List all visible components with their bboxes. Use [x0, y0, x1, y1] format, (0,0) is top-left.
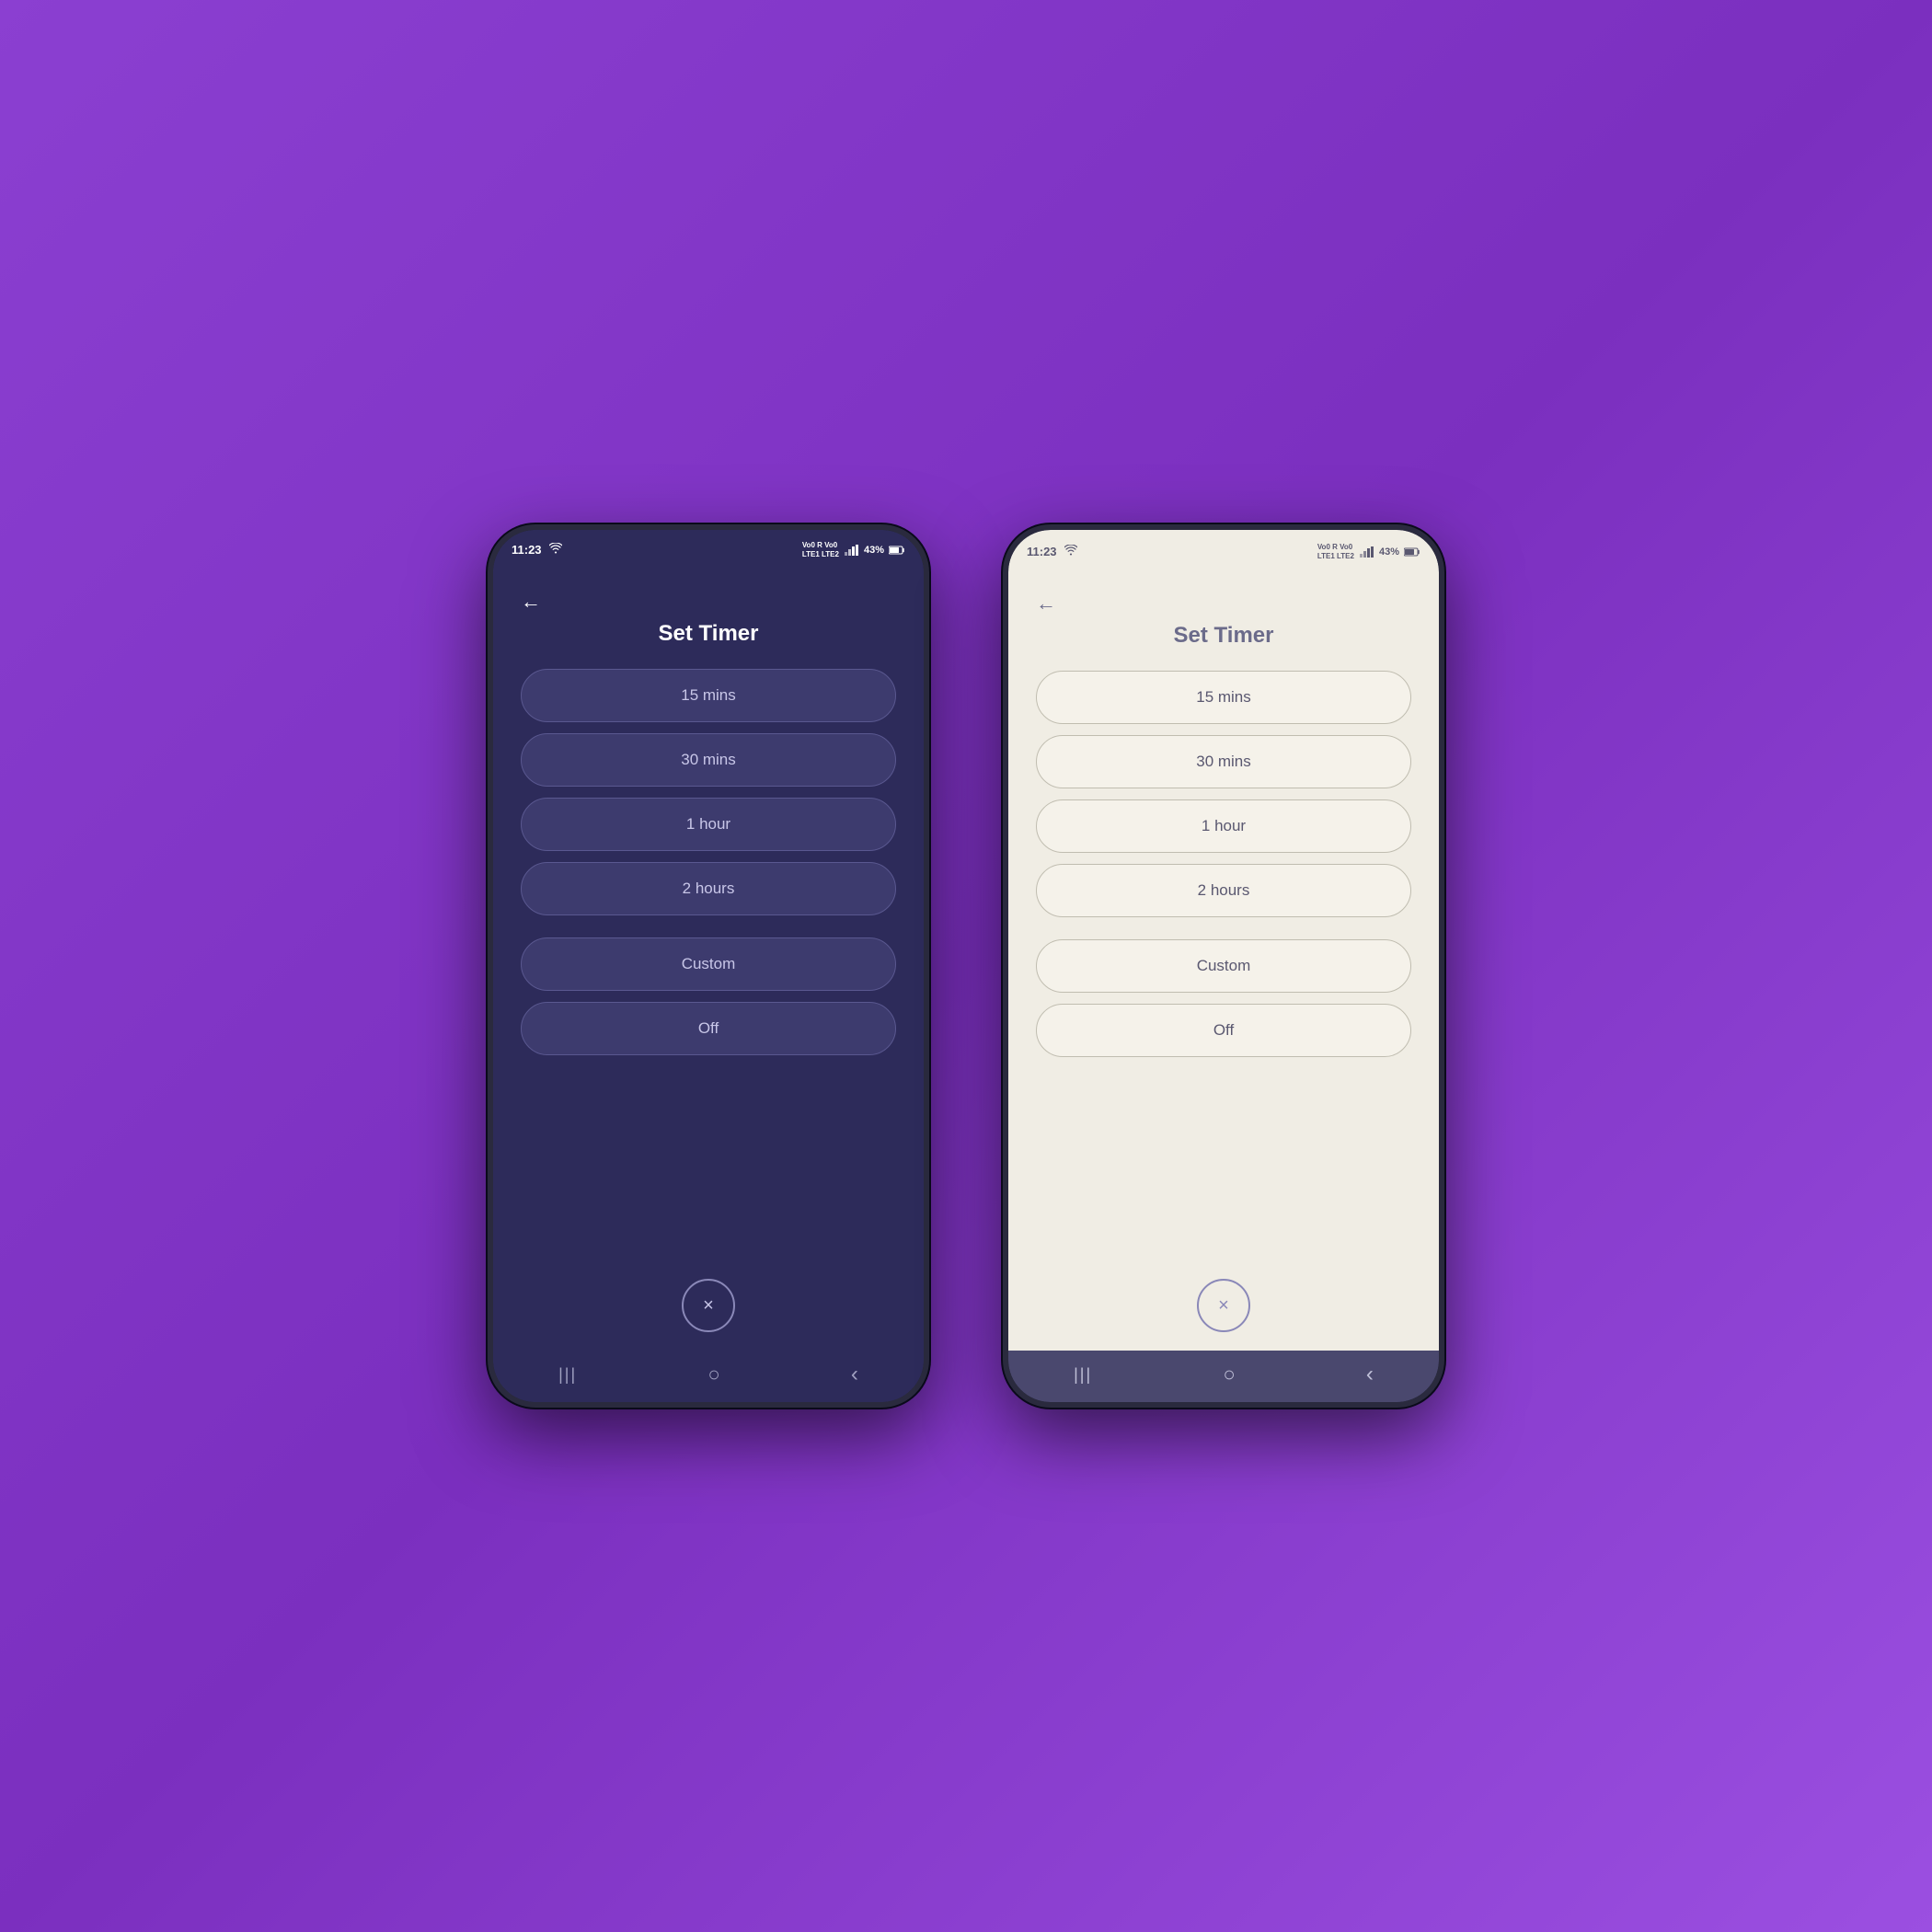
timer-1hour-light[interactable]: 1 hour: [1036, 799, 1411, 853]
volume-down-button-light: [1003, 780, 1006, 835]
close-button-light[interactable]: ×: [1197, 1279, 1250, 1332]
timer-off-dark[interactable]: Off: [521, 1002, 896, 1055]
phone-screen-light: 11:23 Vo0 R Vo0 LTE1 LTE2: [1008, 530, 1439, 1402]
back-button-light[interactable]: ←: [1036, 592, 1411, 615]
status-left: 11:23: [512, 543, 562, 557]
timer-2hours-dark[interactable]: 2 hours: [521, 862, 896, 915]
power-button-light: [1442, 696, 1444, 751]
volume-up-button: [488, 714, 490, 769]
nav-bar-dark: ||| ○ ‹: [493, 1351, 924, 1402]
battery-text: 43%: [864, 545, 884, 556]
nav-back-light[interactable]: ‹: [1366, 1362, 1374, 1387]
nav-lines-dark[interactable]: |||: [558, 1365, 577, 1385]
status-time-light: 11:23: [1027, 545, 1057, 558]
silent-button: [488, 668, 490, 701]
phone-dark: 11:23 Vo0 R Vo0 LTE1 LTE2: [488, 524, 929, 1408]
timer-off-light[interactable]: Off: [1036, 1004, 1411, 1057]
status-time: 11:23: [512, 543, 542, 557]
screen-content-light: ← Set Timer 15 mins 30 mins 1 hour 2 hou…: [1008, 564, 1439, 1351]
timer-30mins-dark[interactable]: 30 mins: [521, 733, 896, 787]
nav-home-dark[interactable]: ○: [707, 1363, 719, 1386]
nav-back-dark[interactable]: ‹: [851, 1362, 858, 1387]
status-bar-light: 11:23 Vo0 R Vo0 LTE1 LTE2: [1008, 530, 1439, 564]
nav-lines-light[interactable]: |||: [1074, 1365, 1092, 1385]
timer-30mins-light[interactable]: 30 mins: [1036, 735, 1411, 788]
silent-button-light: [1003, 668, 1006, 701]
battery-text-light: 43%: [1379, 546, 1399, 558]
nav-bar-light: ||| ○ ‹: [1008, 1351, 1439, 1402]
phone-screen-dark: 11:23 Vo0 R Vo0 LTE1 LTE2: [493, 530, 924, 1402]
screen-title-light: Set Timer: [1036, 623, 1411, 649]
status-left-light: 11:23: [1027, 545, 1077, 558]
volume-up-button-light: [1003, 714, 1006, 769]
status-bar-dark: 11:23 Vo0 R Vo0 LTE1 LTE2: [493, 530, 924, 562]
signal-text-light: Vo0 R Vo0 LTE1 LTE2: [1317, 543, 1354, 560]
timer-15mins-light[interactable]: 15 mins: [1036, 671, 1411, 724]
wifi-icon-light: [1064, 545, 1077, 558]
phone-light: 11:23 Vo0 R Vo0 LTE1 LTE2: [1003, 524, 1444, 1408]
status-right: Vo0 R Vo0 LTE1 LTE2 43%: [802, 541, 905, 558]
wifi-icon: [549, 543, 562, 557]
power-button: [926, 696, 929, 751]
status-right-light: Vo0 R Vo0 LTE1 LTE2 43%: [1317, 543, 1420, 560]
timer-custom-dark[interactable]: Custom: [521, 937, 896, 991]
notch-spacer: [521, 562, 896, 575]
volume-down-button: [488, 780, 490, 835]
back-button-dark[interactable]: ←: [521, 590, 896, 614]
timer-1hour-dark[interactable]: 1 hour: [521, 798, 896, 851]
screen-content-dark: ← Set Timer 15 mins 30 mins 1 hour 2 hou…: [493, 562, 924, 1351]
signal-text: Vo0 R Vo0 LTE1 LTE2: [802, 541, 839, 558]
nav-home-light[interactable]: ○: [1223, 1363, 1235, 1386]
timer-custom-light[interactable]: Custom: [1036, 939, 1411, 993]
screen-title-dark: Set Timer: [521, 621, 896, 647]
timer-2hours-light[interactable]: 2 hours: [1036, 864, 1411, 917]
close-button-dark[interactable]: ×: [682, 1279, 735, 1332]
timer-15mins-dark[interactable]: 15 mins: [521, 669, 896, 722]
notch-spacer-light: [1036, 564, 1411, 577]
